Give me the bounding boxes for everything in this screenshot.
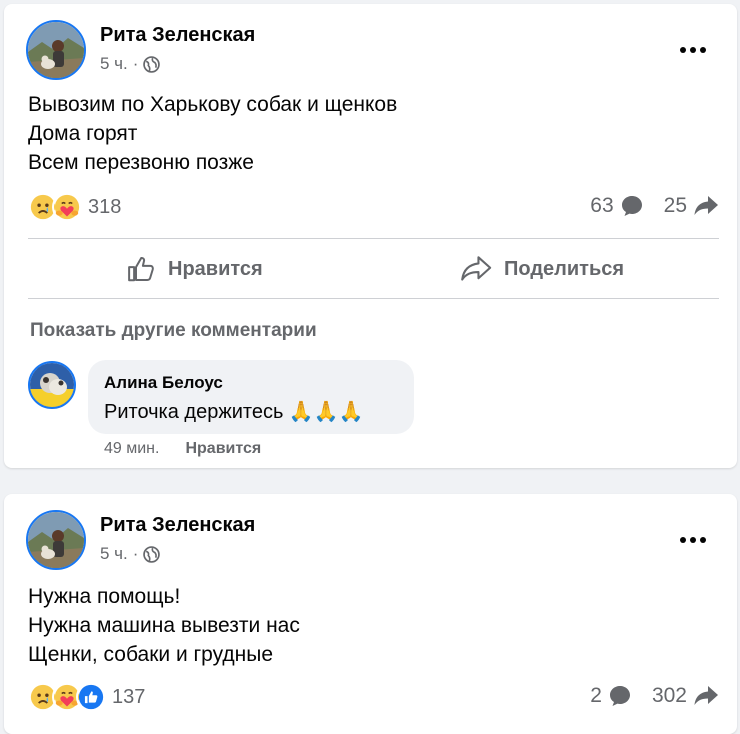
author-avatar[interactable] (26, 20, 86, 80)
author-name[interactable]: Рита Зеленская (100, 24, 255, 47)
post-text-line: Щенки, собаки и грудные (28, 643, 274, 666)
dot-icon (680, 537, 686, 543)
comment-text: Риточка держитесь 🙏🙏🙏 (104, 401, 364, 423)
reaction-count: 137 (112, 685, 146, 708)
more-options-button[interactable] (675, 38, 711, 62)
globe-icon (143, 545, 161, 563)
like-button-label: Нравится (168, 257, 263, 280)
share-count-value: 302 (651, 684, 687, 707)
post-time[interactable]: 5 ч. (100, 54, 128, 74)
comment-bubble-icon (621, 196, 642, 216)
post-time[interactable]: 5 ч. (100, 544, 128, 564)
share-arrow-icon (694, 196, 718, 215)
comment-count[interactable]: 2 (590, 684, 632, 708)
comment-bubble: Алина Белоус Риточка держитесь 🙏🙏🙏 (88, 360, 414, 434)
comment-count-value: 63 (590, 194, 614, 217)
care-emoji-icon (52, 192, 82, 222)
reaction-count: 318 (88, 195, 122, 218)
dot-icon (700, 537, 706, 543)
dot-icon (680, 47, 686, 53)
author-name[interactable]: Рита Зеленская (100, 514, 255, 537)
dot-icon (690, 537, 696, 543)
comment-count-value: 2 (590, 684, 602, 707)
share-arrow-icon (694, 686, 718, 705)
commenter-name[interactable]: Алина Белоус (104, 373, 223, 393)
divider (28, 298, 719, 299)
post-stats: 2 302 (570, 684, 719, 708)
dot-icon (700, 47, 706, 53)
like-icon (76, 682, 106, 712)
dot-icon (690, 47, 696, 53)
post-text: Нужна помощь! Нужна машина вывезти нас Щ… (28, 582, 300, 669)
share-count[interactable]: 25 (664, 194, 719, 218)
post-text: Вывозим по Харькову собак и щенков Дома … (28, 90, 397, 177)
comment-meta: 49 мин. Нравится (104, 440, 261, 458)
post-card: Рита Зеленская 5 ч. · Нужна помощь! Нужн… (4, 494, 737, 734)
share-count[interactable]: 302 (652, 684, 719, 708)
divider (28, 238, 719, 239)
post-meta: 5 ч. · (100, 54, 161, 74)
meta-separator: · (132, 54, 139, 73)
post-meta: 5 ч. · (100, 544, 161, 564)
reactions-summary[interactable]: 137 (28, 682, 145, 712)
globe-icon (143, 55, 161, 73)
post-text-line: Вывозим по Харькову собак и щенков (28, 93, 398, 116)
comment-count[interactable]: 63 (590, 194, 643, 218)
share-button-label: Поделиться (504, 257, 625, 280)
share-outline-icon (461, 256, 492, 281)
thumbs-up-icon (128, 256, 154, 282)
comment-bubble-icon (609, 686, 630, 706)
author-avatar[interactable] (26, 510, 86, 570)
show-more-comments-link[interactable]: Показать другие комментарии (30, 320, 317, 342)
share-button[interactable]: Поделиться (460, 254, 624, 284)
share-count-value: 25 (663, 194, 687, 217)
post-card: Рита Зеленская 5 ч. · Вывозим по Харьков… (4, 4, 737, 468)
meta-separator: · (132, 544, 139, 563)
post-text-line: Дома горят (28, 122, 138, 145)
commenter-avatar[interactable] (28, 361, 76, 409)
comment-time[interactable]: 49 мин. (104, 440, 159, 458)
like-button[interactable]: Нравится (126, 254, 263, 284)
post-text-line: Нужна помощь! (28, 585, 181, 608)
post-text-line: Нужна машина вывезти нас (28, 614, 300, 637)
post-stats: 63 25 (570, 194, 719, 218)
post-text-line: Всем перезвоню позже (28, 151, 254, 174)
comment-like-button[interactable]: Нравится (185, 440, 261, 458)
more-options-button[interactable] (675, 528, 711, 552)
reactions-summary[interactable]: 318 (28, 192, 121, 222)
